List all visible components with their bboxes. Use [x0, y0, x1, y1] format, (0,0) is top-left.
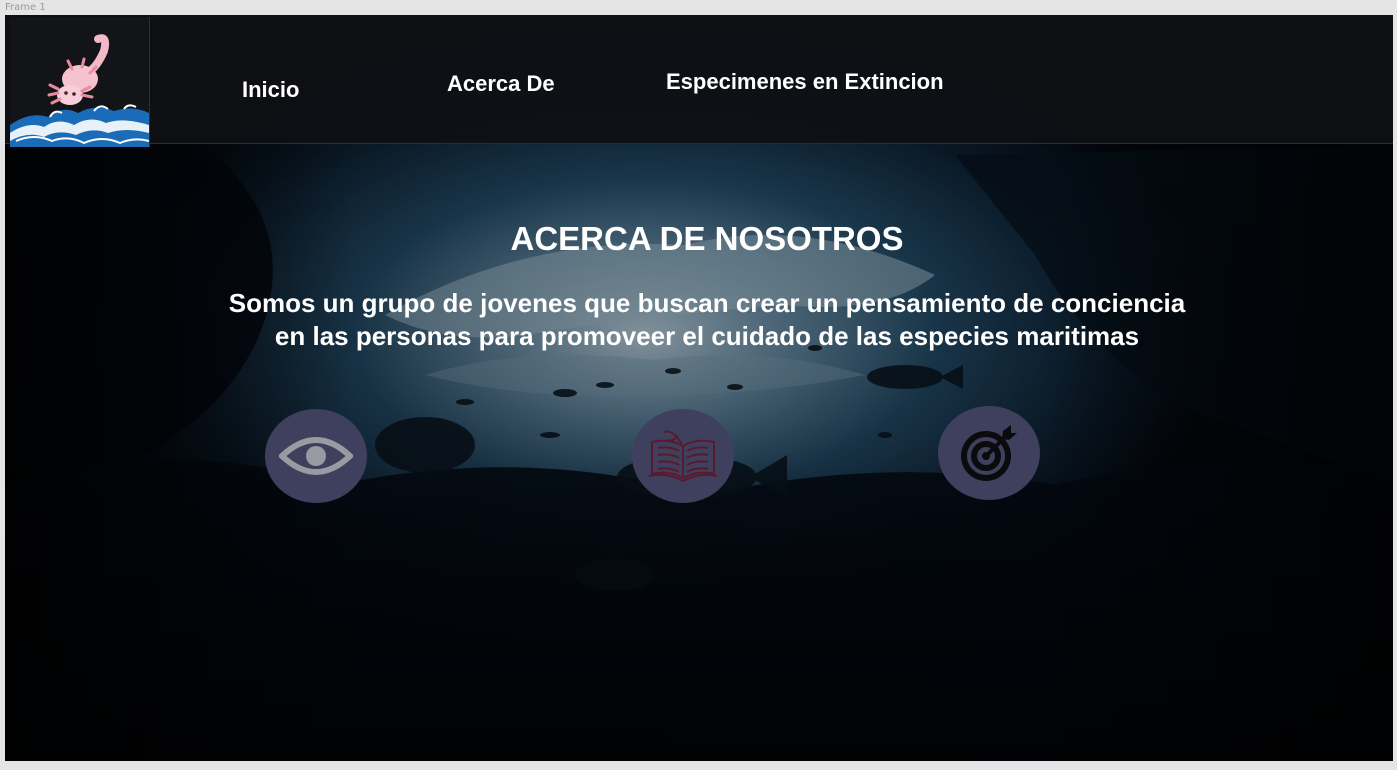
page-frame: Inicio Acerca De Especimenes en Extincio… [5, 15, 1393, 761]
vision-button[interactable] [265, 409, 367, 503]
open-book-icon [648, 430, 718, 482]
eye-icon [279, 437, 353, 475]
objective-button[interactable] [938, 406, 1040, 500]
nav-link-inicio[interactable]: Inicio [242, 77, 299, 103]
mission-button[interactable] [632, 409, 734, 503]
target-icon [961, 425, 1017, 481]
axolotl-wave-logo[interactable] [10, 17, 150, 147]
nav-link-acerca-de[interactable]: Acerca De [447, 71, 555, 97]
about-description: Somos un grupo de jovenes que buscan cre… [155, 287, 1259, 353]
top-navbar: Inicio Acerca De Especimenes en Extincio… [5, 15, 1393, 147]
nav-link-especimenes-en-extincion[interactable]: Especimenes en Extincion [666, 69, 944, 95]
description-line-1: Somos un grupo de jovenes que buscan cre… [228, 288, 1186, 318]
page-title: ACERCA DE NOSOTROS [510, 220, 904, 257]
description-line-2: en las personas para promoveer el cuidad… [274, 321, 1140, 351]
frame-label: Frame 1 [5, 2, 46, 13]
